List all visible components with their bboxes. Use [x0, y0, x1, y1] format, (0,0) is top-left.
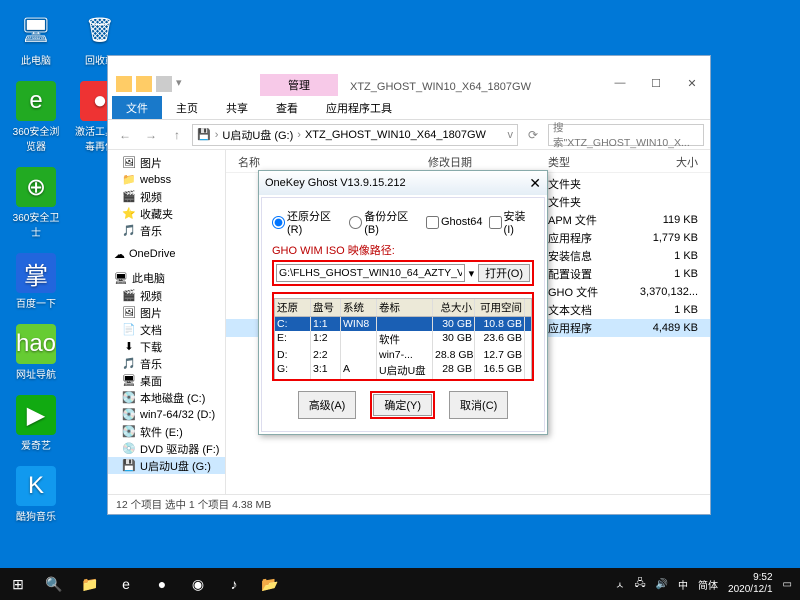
desktop-icon[interactable]: 掌百度一下 — [8, 253, 64, 310]
breadcrumb-item[interactable]: XTZ_GHOST_WIN10_X64_1807GW — [305, 129, 486, 141]
partition-row[interactable]: E:1:2软件30 GB23.6 GB — [274, 331, 532, 348]
window-title: XTZ_GHOST_WIN10_X64_1807GW — [338, 78, 543, 96]
tray-network-icon[interactable]: 🖧 — [634, 576, 645, 593]
sidebar: 🖼图片📁webss🎬视频⭐收藏夹🎵音乐☁OneDrive🖥此电脑🎬视频🖼图片📄文… — [108, 150, 226, 494]
sidebar-item[interactable]: 💽本地磁盘 (C:) — [108, 389, 225, 406]
nav-back-button[interactable]: ← — [114, 124, 136, 146]
taskbar-button[interactable]: ⊞ — [0, 568, 36, 600]
sidebar-item[interactable]: 💿DVD 驱动器 (F:) — [108, 440, 225, 457]
taskbar: ⊞🔍📁e●◉♪📂 ㅅ 🖧 🔊 中 简体 9:522020/12/1 ▭ — [0, 568, 800, 600]
column-header[interactable]: 类型 — [548, 154, 628, 170]
open-button[interactable]: 打开(O) — [478, 264, 530, 282]
refresh-button[interactable]: ⟳ — [522, 124, 544, 146]
image-path-input[interactable] — [276, 264, 465, 282]
path-label: GHO WIM ISO 映像路径: — [272, 242, 534, 258]
partition-row[interactable]: D:2:2win7-...28.8 GB12.7 GB — [274, 348, 532, 362]
dialog-close-button[interactable]: ✕ — [529, 175, 541, 192]
onekey-dialog: OneKey Ghost V13.9.15.212 ✕ 还原分区(R)备份分区(… — [258, 170, 548, 435]
desktop-icon[interactable]: 🖥此电脑 — [8, 10, 64, 67]
sidebar-item[interactable]: 🎬视频 — [108, 287, 225, 304]
taskbar-button[interactable]: 🔍 — [36, 568, 72, 600]
sidebar-item[interactable]: 🖼图片 — [108, 304, 225, 321]
search-input[interactable]: 搜索"XTZ_GHOST_WIN10_X... — [548, 124, 704, 146]
confirm-button[interactable]: 确定(Y) — [373, 394, 432, 416]
sidebar-item[interactable]: 💾U启动U盘 (G:) — [108, 457, 225, 474]
dialog-title: OneKey Ghost V13.9.15.212 — [265, 177, 406, 189]
tray-notif-icon[interactable]: ▭ — [783, 579, 792, 590]
mode-radio[interactable]: 备份分区(B) — [349, 208, 420, 236]
tray-up-icon[interactable]: ㅅ — [615, 577, 624, 592]
sidebar-item[interactable]: 🎬视频 — [108, 188, 225, 205]
tray-lang[interactable]: 简体 — [698, 577, 718, 592]
sidebar-item[interactable]: 💽软件 (E:) — [108, 423, 225, 440]
ribbon-file[interactable]: 文件 — [112, 96, 162, 119]
nav-fwd-button[interactable]: → — [140, 124, 162, 146]
partition-row[interactable]: G:3:1AU启动U盘28 GB16.5 GB — [274, 362, 532, 379]
maximize-button[interactable]: ☐ — [638, 70, 674, 96]
column-header[interactable]: 名称 — [238, 154, 428, 170]
ribbon-tab[interactable]: 共享 — [212, 96, 262, 119]
taskbar-button[interactable]: ◉ — [180, 568, 216, 600]
advanced-button[interactable]: 高级(A) — [298, 391, 357, 419]
desktop-icon[interactable]: K酷狗音乐 — [8, 466, 64, 523]
sidebar-header[interactable]: ☁OneDrive — [108, 245, 225, 263]
sidebar-item[interactable]: 📁webss — [108, 171, 225, 188]
sidebar-item[interactable]: 💽win7-64/32 (D:) — [108, 406, 225, 423]
ribbon-tab[interactable]: 查看 — [262, 96, 312, 119]
tray-clock[interactable]: 9:522020/12/1 — [728, 572, 773, 596]
sidebar-item[interactable]: ⬇下载 — [108, 338, 225, 355]
desktop-icon[interactable]: hao网址导航 — [8, 324, 64, 381]
close-button[interactable]: ✕ — [674, 70, 710, 96]
status-bar: 12 个项目 选中 1 个项目 4.38 MB — [108, 494, 710, 514]
mode-radio[interactable]: 还原分区(R) — [272, 208, 343, 236]
sidebar-item[interactable]: 🎵音乐 — [108, 355, 225, 372]
taskbar-button[interactable]: 📁 — [72, 568, 108, 600]
ribbon-tab[interactable]: 应用程序工具 — [312, 96, 406, 119]
sidebar-item[interactable]: 🎵音乐 — [108, 222, 225, 239]
taskbar-button[interactable]: e — [108, 568, 144, 600]
sidebar-item[interactable]: ⭐收藏夹 — [108, 205, 225, 222]
cancel-button[interactable]: 取消(C) — [449, 391, 508, 419]
desktop-icon[interactable]: e360安全浏览器 — [8, 81, 64, 153]
nav-up-button[interactable]: ↑ — [166, 124, 188, 146]
taskbar-button[interactable]: ♪ — [216, 568, 252, 600]
sidebar-item[interactable]: 🖥桌面 — [108, 372, 225, 389]
taskbar-button[interactable]: ● — [144, 568, 180, 600]
sidebar-item[interactable]: 📄文档 — [108, 321, 225, 338]
mode-radio[interactable]: 安装(I) — [489, 208, 534, 236]
minimize-button[interactable]: — — [602, 70, 638, 96]
manage-tab[interactable]: 管理 — [260, 74, 338, 96]
tray-volume-icon[interactable]: 🔊 — [656, 579, 668, 590]
taskbar-button[interactable]: 📂 — [252, 568, 288, 600]
column-header[interactable]: 修改日期 — [428, 154, 548, 170]
sidebar-header[interactable]: 🖥此电脑 — [108, 269, 225, 287]
mode-radio[interactable]: Ghost64 — [426, 208, 483, 236]
column-header[interactable]: 大小 — [628, 154, 698, 170]
desktop-icon[interactable]: ⊕360安全卫士 — [8, 167, 64, 239]
desktop-icon[interactable]: ▶爱奇艺 — [8, 395, 64, 452]
ribbon-tab[interactable]: 主页 — [162, 96, 212, 119]
breadcrumb[interactable]: 💾›U启动U盘 (G:)›XTZ_GHOST_WIN10_X64_1807GWv — [192, 124, 518, 146]
partition-row[interactable]: C:1:1WIN830 GB10.8 GB — [274, 317, 532, 331]
tray-ime[interactable]: 中 — [678, 577, 688, 592]
sidebar-item[interactable]: 🖼图片 — [108, 154, 225, 171]
breadcrumb-item[interactable]: U启动U盘 (G:) — [222, 127, 293, 143]
